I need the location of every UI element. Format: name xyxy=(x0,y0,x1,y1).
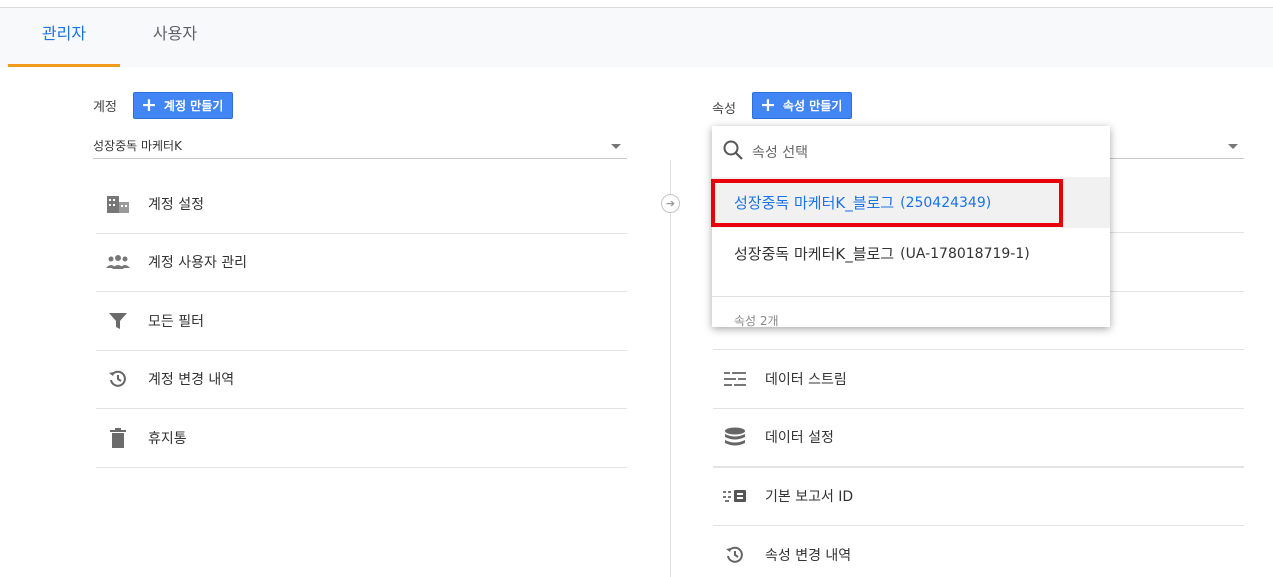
menu-item-data-streams[interactable]: 데이터 스트림 xyxy=(713,350,1244,409)
menu-item-label: 모든 필터 xyxy=(148,313,204,330)
tab-user[interactable]: 사용자 xyxy=(130,8,220,67)
property-menu: 데이터 스트림 데이터 설정 기본 보고서 ID 속성 변경 내역 xyxy=(713,350,1244,577)
people-icon xyxy=(104,250,132,274)
menu-item-trash[interactable]: 휴지통 xyxy=(96,409,627,468)
menu-item-label: 데이터 설정 xyxy=(765,430,834,447)
report-id-icon xyxy=(721,484,749,508)
property-option-code: (UA-178018719-1) xyxy=(900,245,1030,262)
history-icon xyxy=(721,543,749,567)
account-label: 계정 xyxy=(93,100,117,115)
property-option[interactable]: 성장중독 마케터K_블로그 (UA-178018719-1) xyxy=(712,228,1110,279)
database-icon xyxy=(721,425,749,449)
search-icon xyxy=(722,139,744,165)
plus-icon: + xyxy=(760,94,776,116)
tab-bar: 관리자 사용자 xyxy=(0,8,1273,67)
menu-item-label: 기본 보고서 ID xyxy=(765,488,854,505)
menu-item-account-history[interactable]: 계정 변경 내역 xyxy=(96,351,627,409)
chevron-down-icon xyxy=(1228,144,1238,149)
create-property-label: 속성 만들기 xyxy=(782,99,843,113)
menu-item-all-filters[interactable]: 모든 필터 xyxy=(96,292,627,351)
property-search[interactable]: 속성 선택 xyxy=(712,126,1110,177)
arrow-right-icon: ➔ xyxy=(661,194,680,213)
menu-item-account-settings[interactable]: 계정 설정 xyxy=(96,175,627,234)
menu-item-label: 계정 사용자 관리 xyxy=(148,255,248,272)
chevron-down-icon xyxy=(611,144,621,149)
create-property-button[interactable]: + 속성 만들기 xyxy=(752,92,853,119)
highlight-box xyxy=(711,179,1063,227)
history-icon xyxy=(104,367,132,391)
account-selector[interactable]: 성장중독 마케터K xyxy=(93,133,627,159)
plus-icon: + xyxy=(141,94,157,116)
menu-item-label: 휴지통 xyxy=(148,430,187,447)
row-divider xyxy=(713,349,1244,350)
property-option-name: 성장중독 마케터K_블로그 xyxy=(734,245,895,263)
menu-item-data-settings[interactable]: 데이터 설정 xyxy=(713,409,1244,467)
dropdown-divider xyxy=(712,296,1110,297)
menu-item-label: 데이터 스트림 xyxy=(765,371,847,388)
streams-icon xyxy=(721,367,749,391)
create-account-button[interactable]: + 계정 만들기 xyxy=(133,92,234,119)
row-divider xyxy=(713,467,1244,468)
property-search-placeholder: 속성 선택 xyxy=(752,144,808,161)
top-border xyxy=(0,0,1273,8)
menu-item-property-history[interactable]: 속성 변경 내역 xyxy=(713,526,1244,577)
menu-item-account-users[interactable]: 계정 사용자 관리 xyxy=(96,234,627,292)
property-label: 속성 xyxy=(712,102,736,117)
column-divider xyxy=(670,160,671,577)
tab-admin[interactable]: 관리자 xyxy=(8,8,120,67)
menu-item-report-id[interactable]: 기본 보고서 ID xyxy=(713,467,1244,526)
create-account-label: 계정 만들기 xyxy=(163,99,224,113)
property-count: 속성 2개 xyxy=(734,314,779,327)
account-menu: 계정 설정 계정 사용자 관리 모든 필터 계정 변경 내역 휴지통 xyxy=(96,175,627,468)
menu-item-label: 계정 설정 xyxy=(148,196,204,213)
menu-item-label: 속성 변경 내역 xyxy=(765,547,852,564)
building-icon xyxy=(104,192,132,216)
filter-icon xyxy=(104,309,132,333)
trash-icon xyxy=(104,426,132,450)
row-divider xyxy=(713,525,1244,526)
menu-item-label: 계정 변경 내역 xyxy=(148,372,235,389)
account-selected-value: 성장중독 마케터K xyxy=(93,139,182,153)
